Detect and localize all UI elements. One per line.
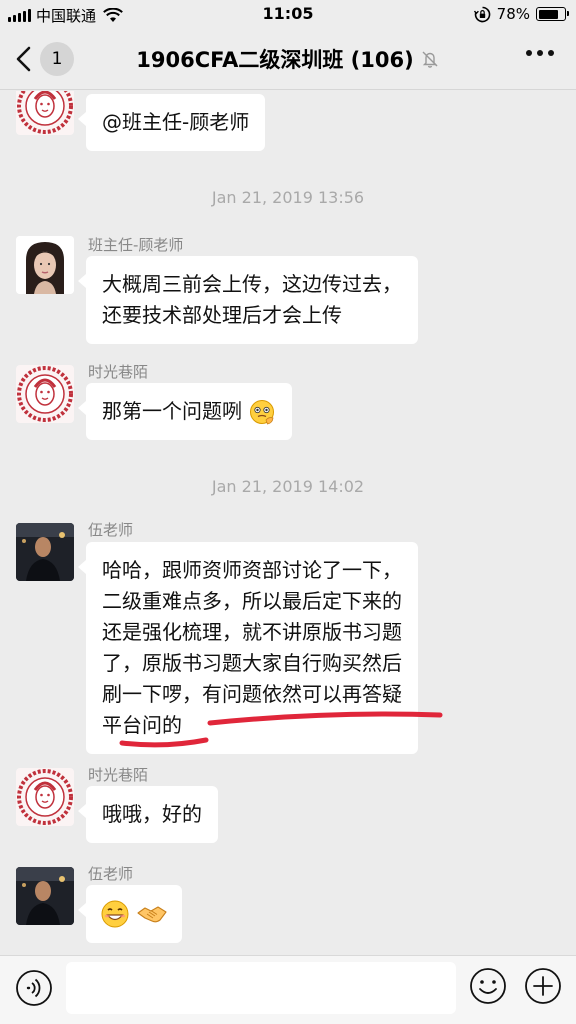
input-bar <box>0 955 576 1024</box>
status-right: 78% <box>473 5 569 23</box>
chat-title: 1906CFA二级深圳班 (106) <box>136 48 414 72</box>
rotation-lock-icon <box>473 6 490 22</box>
message-line: 了，原版书习题大家自行购买然后 <box>102 651 402 675</box>
bell-muted-icon <box>422 51 438 68</box>
timestamp: Jan 21, 2019 13:56 <box>211 188 365 207</box>
message-input[interactable] <box>66 962 456 1014</box>
woman-avatar-art <box>16 236 74 294</box>
timestamp: Jan 21, 2019 14:02 <box>211 477 365 496</box>
back-button[interactable]: 1 <box>14 42 74 76</box>
more-dot <box>537 50 543 56</box>
paper-cut-avatar-art <box>17 366 73 422</box>
message-line: 还要技术部处理后才会上传 <box>102 303 342 327</box>
sender-name: 伍老师 <box>88 865 134 883</box>
message-line: 二级重难点多，所以最后定下来的 <box>102 589 402 613</box>
message-bubble[interactable]: 那第一个问题咧 <box>77 383 293 440</box>
man-avatar-art <box>16 523 74 581</box>
message-line: 还是强化梳理，就不讲原版书习题 <box>102 620 402 644</box>
message-bubble[interactable]: @班主任-顾老师 <box>77 94 266 151</box>
more-dot <box>548 50 554 56</box>
thinking-face-emoji <box>250 399 275 424</box>
message-line: 平台问的 <box>102 713 182 737</box>
sender-name: 时光巷陌 <box>88 363 149 381</box>
man-avatar-art <box>16 867 74 925</box>
sender-name: 班主任-顾老师 <box>88 236 184 254</box>
sender-name: 时光巷陌 <box>88 766 149 784</box>
plus-icon[interactable] <box>523 966 563 1006</box>
paper-cut-avatar-art <box>17 769 73 825</box>
more-button[interactable] <box>526 50 554 56</box>
message-line: 那第一个问题咧 <box>102 399 242 423</box>
battery-fill <box>538 9 558 19</box>
paper-cut-avatar-art <box>17 91 73 134</box>
voice-icon[interactable] <box>15 969 53 1007</box>
message-bubble[interactable]: 哈哈，跟师资师资部讨论了一下， 二级重难点多，所以最后定下来的 还是强化梳理，就… <box>78 542 418 754</box>
chevron-left-icon <box>16 46 31 72</box>
message-line: 哦哦，好的 <box>102 802 202 826</box>
emoji-icon[interactable] <box>468 966 508 1006</box>
man-avatar[interactable] <box>16 867 74 925</box>
message-list[interactable]: @班主任-顾老师 Jan 21, 2019 13:56 班主任-顾老师 大概周三… <box>0 91 576 955</box>
message-line: 刷一下啰，有问题依然可以再答疑 <box>102 682 402 706</box>
battery-percent: 78% <box>496 5 530 23</box>
paper-cut-avatar[interactable] <box>16 768 74 826</box>
emoji-message-bubble[interactable] <box>77 885 183 943</box>
message-bubble[interactable]: 大概周三前会上传，这边传过去， 还要技术部处理后才会上传 <box>78 256 418 344</box>
status-bar: 中国联通 11:05 78% <box>0 0 576 28</box>
more-dot <box>526 50 532 56</box>
message-line: @班主任-顾老师 <box>102 110 250 134</box>
paper-cut-avatar[interactable] <box>16 91 74 135</box>
battery-icon <box>536 7 569 21</box>
title-area: 1906CFA二级深圳班 (106) <box>110 44 466 74</box>
unread-count-badge: 1 <box>40 42 74 76</box>
grin-emoji <box>101 900 129 927</box>
woman-avatar[interactable] <box>16 236 74 294</box>
sender-name: 伍老师 <box>88 521 134 539</box>
message-bubble[interactable]: 哦哦，好的 <box>78 786 218 843</box>
message-line: 大概周三前会上传，这边传过去， <box>102 272 402 296</box>
message-line: 哈哈，跟师资师资部讨论了一下， <box>102 558 402 582</box>
handshake-emoji <box>137 905 167 922</box>
man-avatar[interactable] <box>16 523 74 581</box>
chat-header: 1 1906CFA二级深圳班 (106) <box>0 28 576 90</box>
paper-cut-avatar[interactable] <box>16 365 74 423</box>
